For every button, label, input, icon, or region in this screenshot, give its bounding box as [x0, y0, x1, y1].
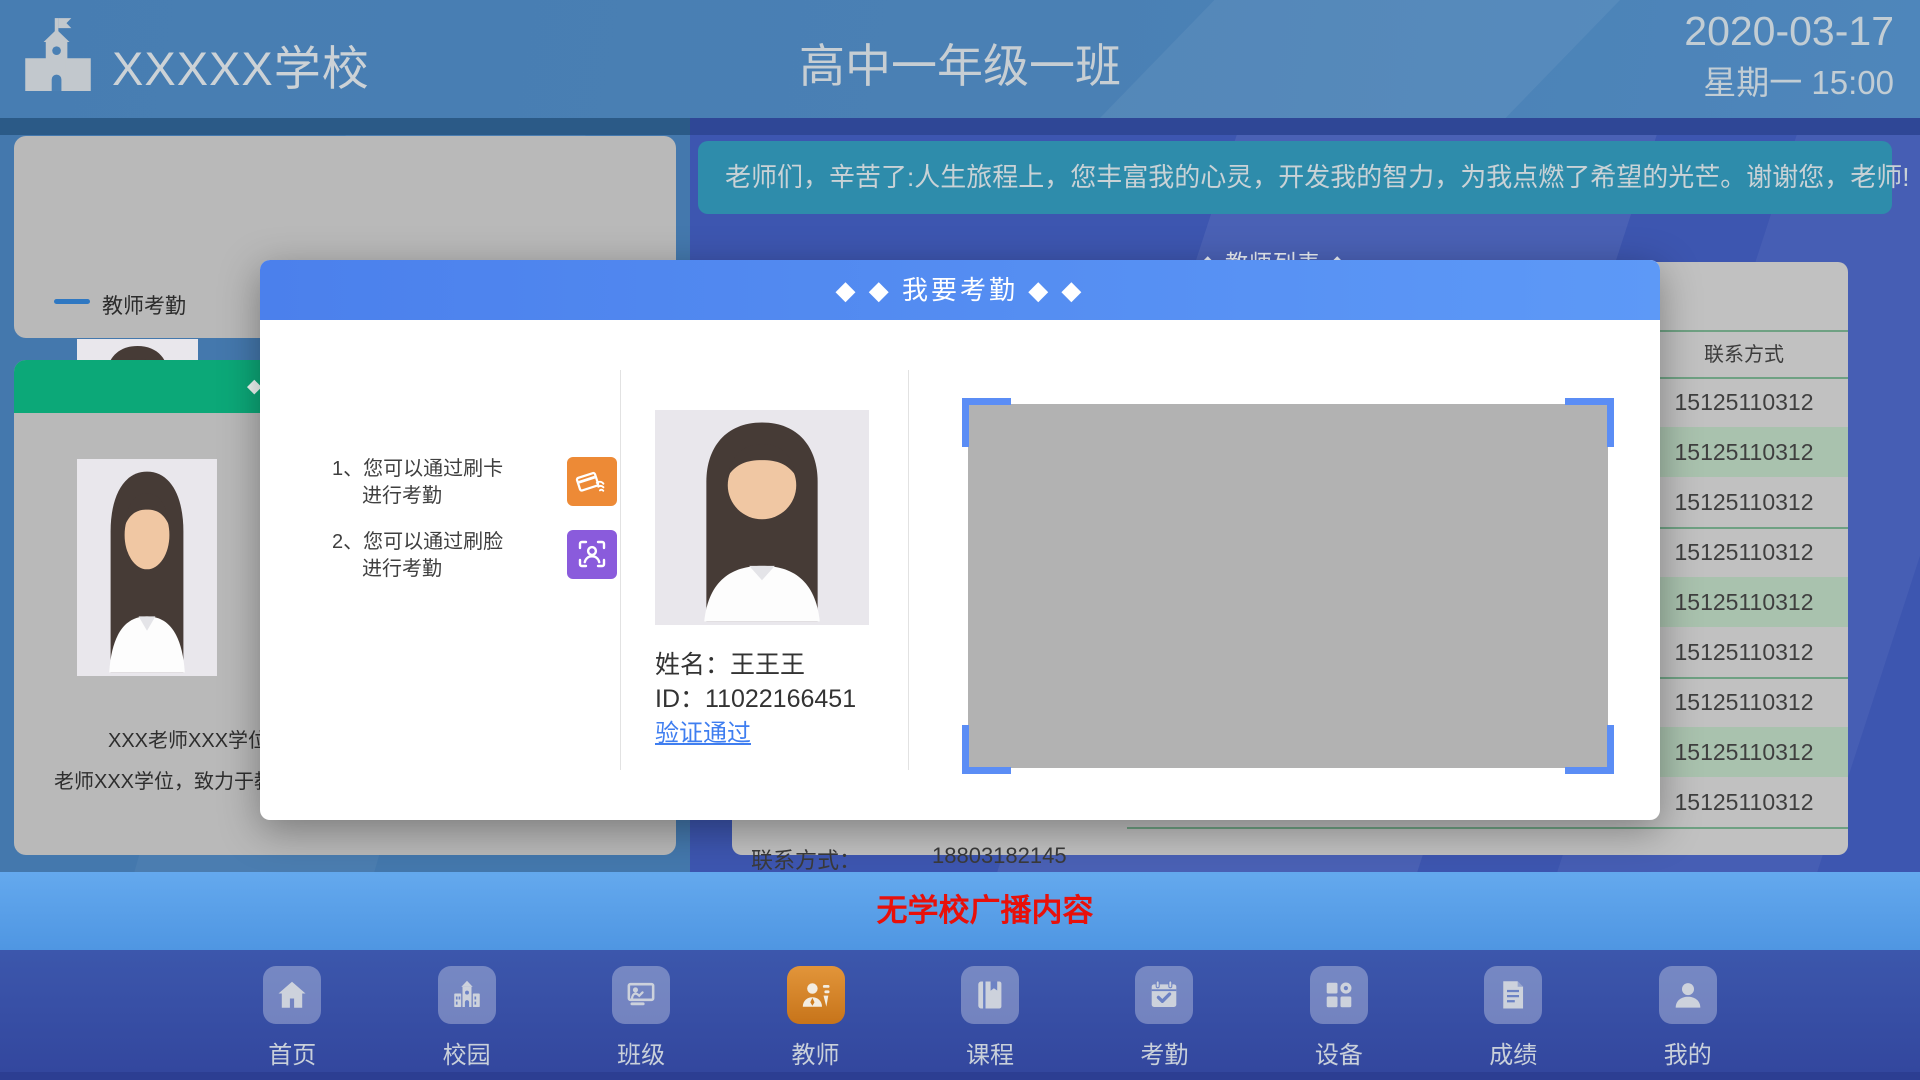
camera-frame-corner: [1565, 398, 1614, 447]
modal-title: ◆ ◆ 我要考勤 ◆ ◆: [260, 260, 1660, 320]
phone-row: 15125110312: [1640, 677, 1848, 727]
attendance-icon: [1135, 966, 1193, 1024]
nav-label: 校园: [379, 1035, 553, 1070]
teacher-greeting-banner: 老师们，辛苦了:人生旅程上，您丰富我的心灵，开发我的智力，为我点燃了希望的光芒。…: [698, 141, 1892, 214]
attendance-step: 2、您可以通过刷脸进行考勤: [332, 529, 582, 585]
date-display: 2020-03-17: [1684, 8, 1894, 55]
nav-label: 成绩: [1426, 1035, 1600, 1070]
bottom-strip-decoration: [0, 1072, 1920, 1080]
camera-viewport: [962, 398, 1614, 774]
modal-id-row: ID：11022166451: [655, 679, 856, 715]
card-title: 教师考勤: [102, 290, 186, 320]
nav-item-考勤[interactable]: 考勤: [1077, 966, 1251, 1070]
step-line2: 进行考勤: [332, 556, 582, 583]
home-icon: [263, 966, 321, 1024]
phone-row: 15125110312: [1640, 727, 1848, 777]
phone-row: 15125110312: [1640, 427, 1848, 477]
weekday-time-display: 星期一 15:00: [1703, 56, 1894, 104]
attendance-modal: ◆ ◆ 我要考勤 ◆ ◆ 1、您可以通过刷卡进行考勤2、您可以通过刷脸进行考勤 …: [260, 260, 1660, 820]
score-icon: [1484, 966, 1542, 1024]
phone-row: 15125110312: [1640, 577, 1848, 627]
phone-row: 15125110312: [1640, 477, 1848, 527]
phone-row: 15125110312: [1640, 627, 1848, 677]
modal-divider: [908, 370, 909, 770]
attendance-step: 1、您可以通过刷卡进行考勤: [332, 456, 582, 512]
teacher-bio-line2: 老师XXX学位，致力于教育: [54, 765, 294, 794]
teacher-profile-photo: [77, 459, 217, 676]
nav-item-校园[interactable]: 校园: [379, 966, 553, 1070]
modal-divider: [620, 370, 621, 770]
title-dash-decoration: [54, 299, 90, 304]
broadcast-text: 无学校广播内容: [25, 872, 1920, 950]
contact-column-header: 联系方式: [1640, 338, 1848, 367]
header-shadow-band-right: [690, 118, 1920, 135]
nav-item-班级[interactable]: 班级: [554, 966, 728, 1070]
verify-status-link[interactable]: 验证通过: [655, 713, 751, 748]
smart-class-board-screen: XXXXX学校 高中一年级一班 2020-03-17 星期一 15:00 老师们…: [0, 0, 1920, 1080]
camera-frame-corner: [962, 398, 1011, 447]
course-icon: [961, 966, 1019, 1024]
nav-label: 首页: [205, 1035, 379, 1070]
header: XXXXX学校 高中一年级一班 2020-03-17 星期一 15:00: [0, 0, 1920, 118]
mine-icon: [1659, 966, 1717, 1024]
campus-icon: [438, 966, 496, 1024]
class-name-title: 高中一年级一班: [0, 30, 1920, 96]
nav-item-设备[interactable]: 设备: [1252, 966, 1426, 1070]
card-swipe-icon: [567, 457, 617, 506]
nav-item-成绩[interactable]: 成绩: [1426, 966, 1600, 1070]
broadcast-bar: 无学校广播内容: [0, 872, 1920, 950]
phone-row: 15125110312: [1640, 527, 1848, 577]
nav-label: 班级: [554, 1035, 728, 1070]
nav-label: 考勤: [1077, 1035, 1251, 1070]
verified-teacher-photo: [655, 410, 869, 625]
camera-frame-corner: [962, 725, 1011, 774]
contact-value: 18803182145: [932, 843, 1067, 869]
nav-label: 我的: [1601, 1035, 1775, 1070]
attendance-instructions: 1、您可以通过刷卡进行考勤2、您可以通过刷脸进行考勤: [332, 456, 582, 602]
nav-items: 首页校园班级教师课程考勤设备成绩我的: [205, 966, 1775, 1070]
phone-row: 15125110312: [1640, 377, 1848, 427]
camera-frame-corner: [1565, 725, 1614, 774]
nav-item-教师[interactable]: 教师: [728, 966, 902, 1070]
nav-label: 教师: [728, 1035, 902, 1070]
nav-item-首页[interactable]: 首页: [205, 966, 379, 1070]
table-divider-line: [1127, 827, 1848, 829]
greeting-message: 老师们，辛苦了:人生旅程上，您丰富我的心灵，开发我的智力，为我点燃了希望的光芒。…: [725, 141, 1909, 214]
nav-item-课程[interactable]: 课程: [903, 966, 1077, 1070]
class-icon: [612, 966, 670, 1024]
step-line1: 1、您可以通过刷卡: [332, 456, 582, 483]
device-icon: [1310, 966, 1368, 1024]
face-scan-icon: [567, 530, 617, 579]
nav-item-我的[interactable]: 我的: [1601, 966, 1775, 1070]
modal-header: ◆ ◆ 我要考勤 ◆ ◆: [260, 260, 1660, 320]
contact-label: 联系方式：: [751, 843, 861, 875]
phone-column: 1512511031215125110312151251103121512511…: [1640, 377, 1848, 827]
phone-row: 15125110312: [1640, 777, 1848, 827]
bottom-nav-bar: 首页校园班级教师课程考勤设备成绩我的: [0, 950, 1920, 1072]
step-line1: 2、您可以通过刷脸: [332, 529, 582, 556]
camera-feed-placeholder: [968, 404, 1608, 768]
teacher-icon: [787, 966, 845, 1024]
modal-name-row: 姓名：王王王: [655, 645, 805, 681]
nav-label: 课程: [903, 1035, 1077, 1070]
nav-label: 设备: [1252, 1035, 1426, 1070]
step-line2: 进行考勤: [332, 483, 582, 510]
